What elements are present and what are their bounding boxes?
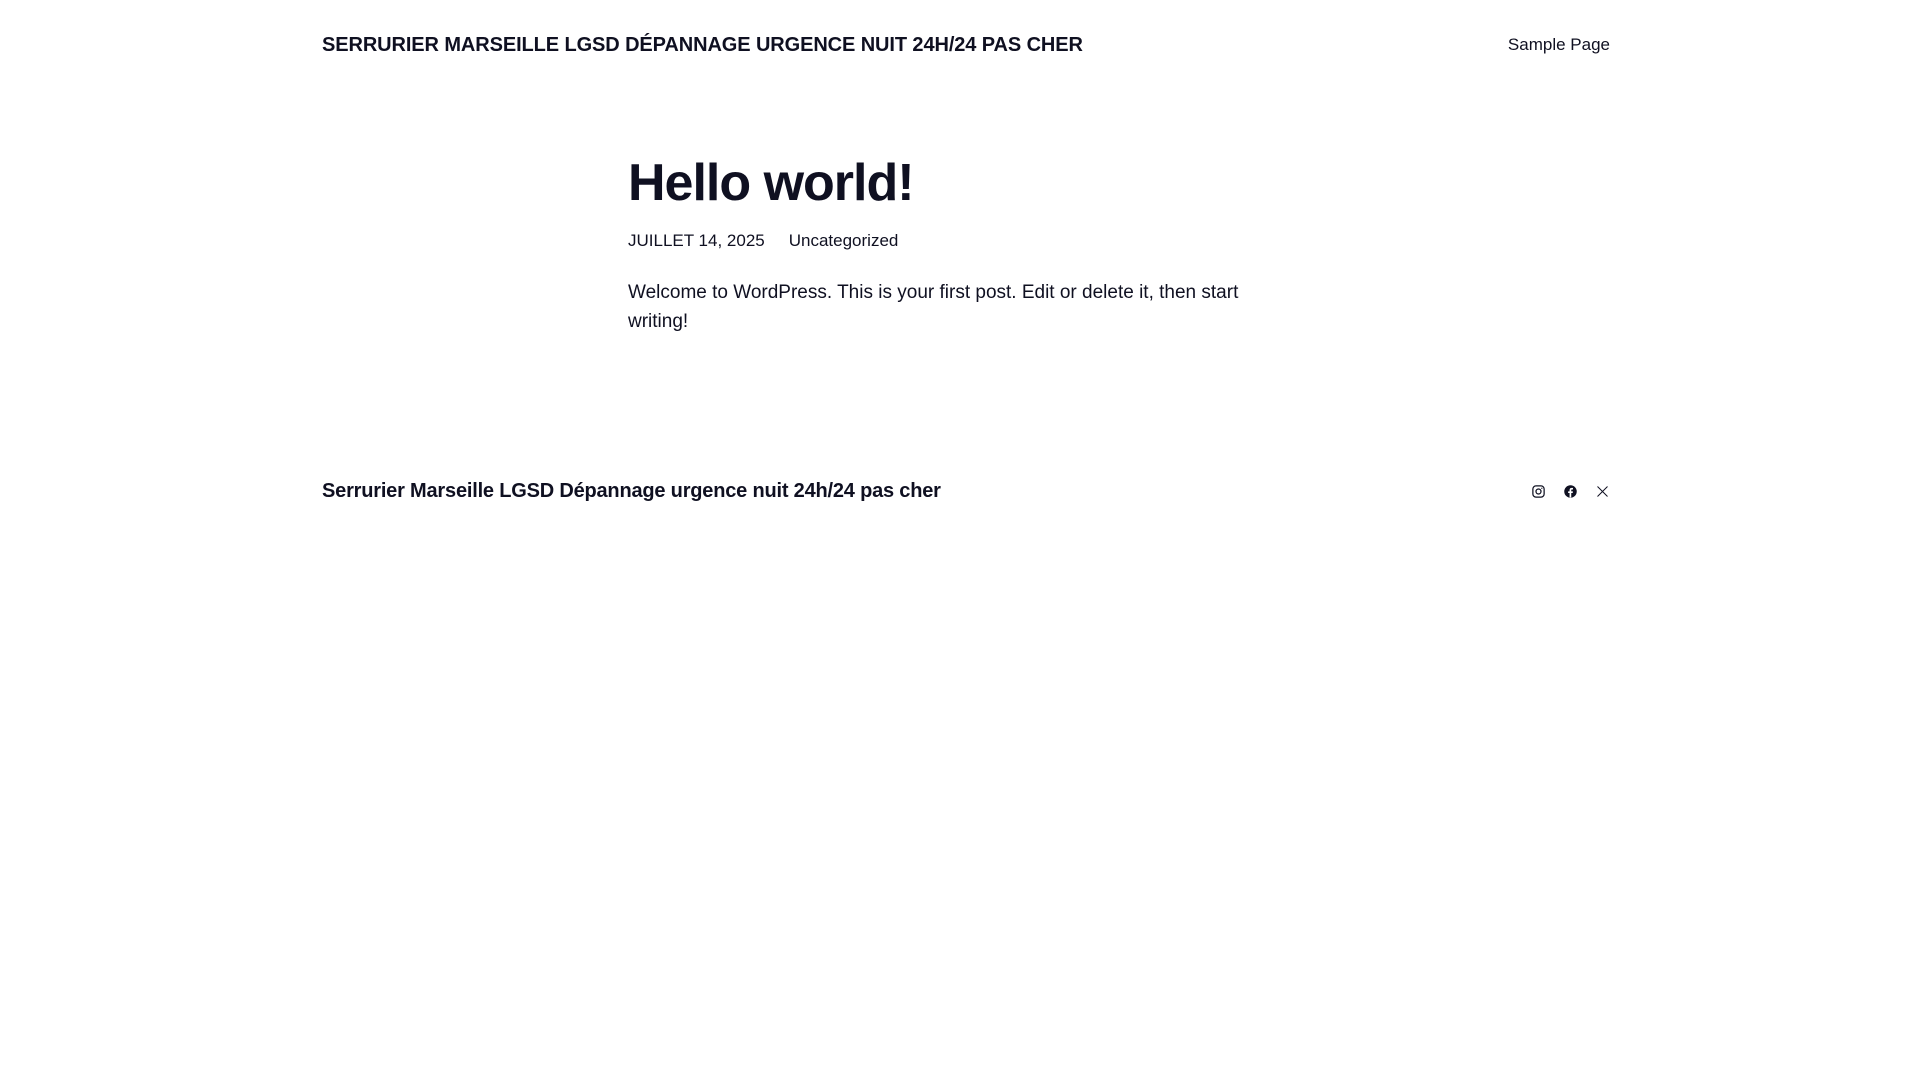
footer-site-title-link[interactable]: Serrurier Marseille LGSD Dépannage urgen… — [322, 480, 941, 503]
post-title: Hello world! — [628, 154, 915, 212]
site-title-link[interactable]: SERRURIER MARSEILLE LGSD DÉPANNAGE URGEN… — [322, 34, 1083, 57]
post-content: Welcome to WordPress. This is your first… — [628, 282, 1239, 332]
primary-navigation: Sample Page — [1508, 35, 1610, 55]
post-article: Hello world! JUILLET 14, 2025 Uncategori… — [628, 152, 1288, 355]
social-links — [1530, 483, 1610, 499]
site-header: SERRURIER MARSEILLE LGSD DÉPANNAGE URGEN… — [322, 30, 1610, 60]
nav-item-sample-page[interactable]: Sample Page — [1508, 35, 1610, 54]
site-footer: Serrurier Marseille LGSD Dépannage urgen… — [322, 476, 1610, 506]
x-icon — [1595, 484, 1610, 499]
facebook-icon — [1563, 484, 1578, 499]
x-link[interactable] — [1594, 483, 1610, 499]
post-date: JUILLET 14, 2025 — [628, 231, 765, 250]
post-category-link[interactable]: Uncategorized — [789, 230, 899, 252]
instagram-icon — [1531, 484, 1546, 499]
instagram-link[interactable] — [1530, 483, 1546, 499]
facebook-link[interactable] — [1562, 483, 1578, 499]
post-meta: JUILLET 14, 2025 Uncategorized — [628, 230, 1288, 252]
